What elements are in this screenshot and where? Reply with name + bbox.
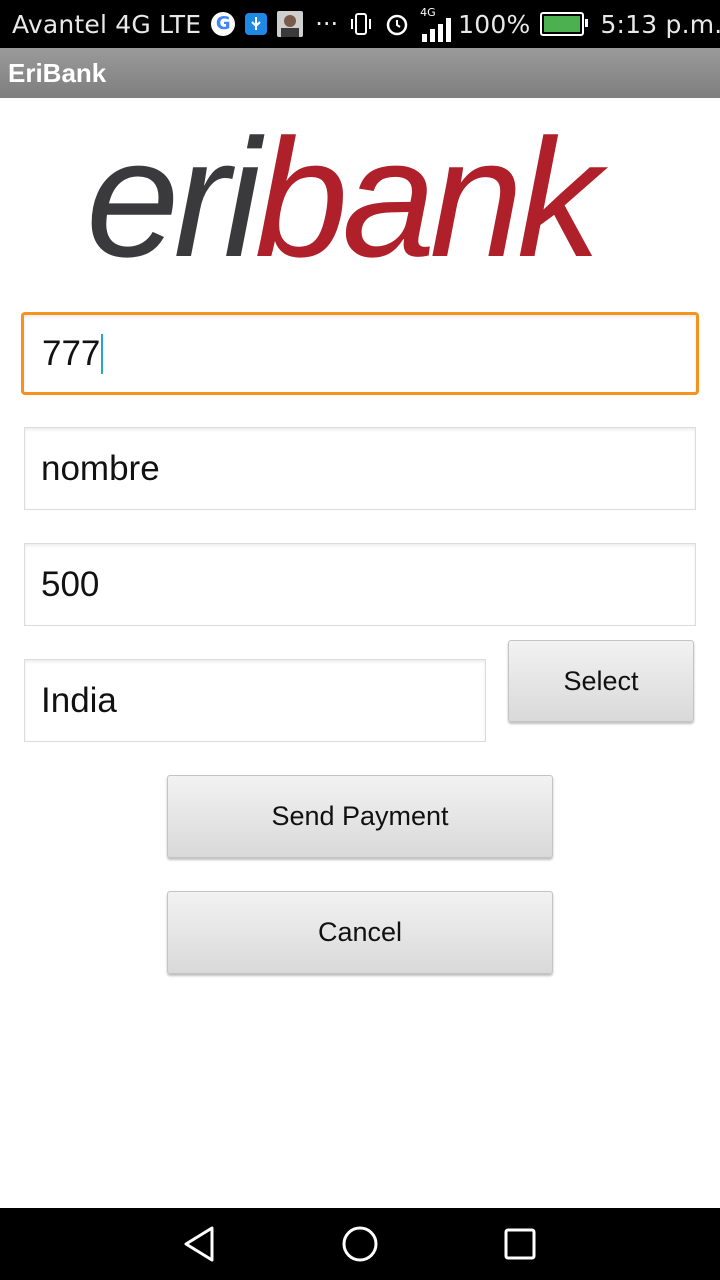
status-bar: Avantel 4G LTE G ··· 4G 100% 5:13 p.m. <box>0 0 720 48</box>
name-field[interactable]: nombre <box>24 427 696 510</box>
send-payment-button[interactable]: Send Payment <box>167 775 553 858</box>
vibrate-icon <box>348 11 374 37</box>
text-caret <box>101 333 104 374</box>
home-icon[interactable] <box>338 1222 382 1266</box>
country-value: India <box>41 680 117 720</box>
google-icon: G <box>211 12 236 36</box>
usb-icon <box>245 13 268 35</box>
country-field[interactable]: India <box>24 659 486 742</box>
select-button[interactable]: Select <box>508 640 694 722</box>
back-icon[interactable] <box>178 1222 222 1266</box>
phone-value: 777 <box>42 333 101 373</box>
battery-icon <box>540 12 589 36</box>
more-dots-icon: ··· <box>315 10 339 38</box>
network-badge: 4G <box>420 5 436 19</box>
alarm-icon <box>384 11 410 37</box>
recents-icon[interactable] <box>498 1222 542 1266</box>
cancel-button[interactable]: Cancel <box>167 891 553 974</box>
amount-field[interactable]: 500 <box>24 543 696 626</box>
amount-value: 500 <box>41 564 100 604</box>
logo-eri: eri <box>86 104 261 292</box>
name-value: nombre <box>41 448 160 488</box>
phone-field[interactable]: 777 <box>21 312 699 395</box>
app-title: EriBank <box>8 58 107 88</box>
clock: 5:13 p.m. <box>600 9 720 39</box>
action-bar: EriBank <box>0 48 720 98</box>
battery-percent: 100% <box>458 9 531 39</box>
navigation-bar <box>0 1208 720 1280</box>
eribank-logo: eribank <box>86 114 646 282</box>
avatar-icon <box>277 11 304 37</box>
logo-bank: bank <box>254 104 601 292</box>
carrier-label: Avantel 4G LTE <box>12 9 202 39</box>
signal-icon: 4G <box>420 7 454 42</box>
